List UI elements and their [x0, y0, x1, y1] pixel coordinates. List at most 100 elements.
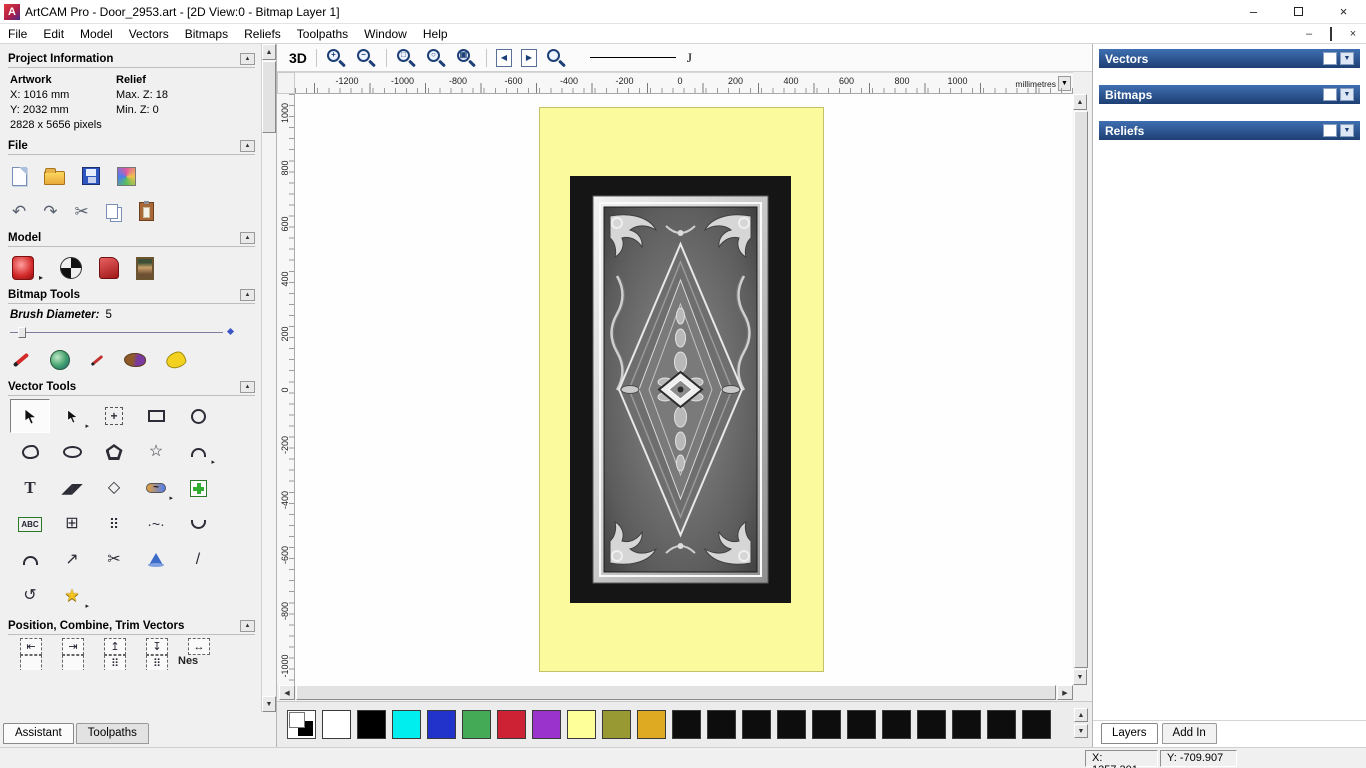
menu-file[interactable]: File [0, 25, 35, 43]
node-editing-tool[interactable]: ▸ [52, 399, 92, 433]
canvas-scroll-left[interactable]: ◀ [279, 685, 295, 700]
trim-vectors-tool[interactable]: ✂ [94, 543, 134, 577]
model-artwork[interactable] [539, 107, 824, 672]
bitmaps-section-header[interactable]: Bitmaps ▼ [1099, 85, 1360, 104]
zoom-previous-icon[interactable] [546, 48, 567, 68]
switch-3d-view-button[interactable]: 3D [289, 50, 307, 66]
select-vectors-tool[interactable] [10, 399, 50, 433]
palette-swatch[interactable] [497, 710, 526, 739]
palette-swatch[interactable] [427, 710, 456, 739]
collapse-vector-button[interactable]: ▲ [240, 381, 255, 393]
maximize-button[interactable] [1276, 0, 1321, 23]
collapse-bitmap-button[interactable]: ▲ [240, 289, 255, 301]
palette-swatch[interactable] [532, 710, 561, 739]
menu-window[interactable]: Window [356, 25, 415, 43]
tab-assistant[interactable]: Assistant [3, 723, 74, 744]
create-arc-tool[interactable]: ▸ [178, 435, 218, 469]
scroll-down-button[interactable]: ▼ [262, 696, 276, 712]
palette-swatch[interactable] [462, 710, 491, 739]
vector-doctor-tool[interactable]: ↺ [10, 579, 50, 613]
nudge-copies-tool[interactable]: ⠿ [94, 507, 134, 541]
distribute-tool-1[interactable] [20, 655, 42, 670]
canvas-scroll-up[interactable]: ▲ [1073, 94, 1087, 110]
new-model-icon[interactable] [12, 166, 27, 186]
palette-swatch[interactable] [567, 710, 596, 739]
fit-arcs-tool[interactable] [178, 507, 218, 541]
zoom-in-icon[interactable]: + [326, 48, 347, 68]
previous-view-icon[interactable]: ◀ [495, 48, 512, 67]
transform-vectors-tool[interactable]: + [94, 399, 134, 433]
create-text-tool[interactable]: T [10, 471, 50, 505]
scroll-up-button[interactable]: ▲ [262, 44, 276, 60]
slider-thumb[interactable] [18, 327, 26, 338]
cut-icon[interactable]: ✂ [75, 203, 89, 220]
paste-along-curve-tool[interactable]: ~ ▸ [136, 471, 176, 505]
slice-tool[interactable]: / [178, 543, 218, 577]
wrap-star-tool[interactable]: ★ ▸ [52, 579, 92, 613]
align-bottom-tool[interactable]: ↧ [146, 638, 168, 655]
palette-swatch[interactable] [882, 710, 911, 739]
copy-icon[interactable] [105, 203, 118, 219]
mdi-restore-button[interactable] [1324, 26, 1338, 41]
bitmaps-panel-icon[interactable] [1323, 88, 1337, 101]
create-diamond-tool[interactable]: ◇ [94, 471, 134, 505]
palette-swatch[interactable] [392, 710, 421, 739]
reliefs-panel-icon[interactable] [1323, 124, 1337, 137]
palette-swatch[interactable] [672, 710, 701, 739]
nest-tool[interactable]: Nes [178, 655, 220, 670]
distribute-tool-2[interactable] [62, 655, 84, 670]
collapse-model-button[interactable]: ▲ [240, 232, 255, 244]
polyline-arrow-tool[interactable]: ↗ [52, 543, 92, 577]
palette-swatch[interactable] [602, 710, 631, 739]
palette-swatch[interactable] [357, 710, 386, 739]
paint-brush-icon[interactable] [12, 352, 30, 368]
palette-swatch[interactable] [637, 710, 666, 739]
align-left-tool[interactable]: ⇤ [20, 638, 42, 655]
undo-icon[interactable]: ↶ [12, 203, 26, 220]
canvas-scroll-down[interactable]: ▼ [1073, 669, 1087, 685]
reliefs-dropdown-icon[interactable]: ▼ [1340, 124, 1354, 137]
shaded-sphere-icon[interactable] [60, 257, 83, 279]
stamp-relief-icon[interactable] [99, 257, 120, 279]
paste-in-view-tool[interactable]: ⊞ [52, 507, 92, 541]
vectors-panel-icon[interactable] [1323, 52, 1337, 65]
canvas-scroll-right[interactable]: ▶ [1057, 685, 1073, 700]
palette-swatch[interactable] [987, 710, 1016, 739]
flood-fill-icon[interactable] [164, 350, 188, 370]
join-vectors-tool[interactable] [10, 543, 50, 577]
mdi-close-button[interactable]: × [1346, 28, 1360, 40]
canvas-hscroll-thumb[interactable] [296, 685, 1056, 700]
zoom-box-icon[interactable]: □ [396, 48, 417, 68]
canvas-vertical-scrollbar[interactable]: ▲ ▼ [1073, 94, 1089, 685]
canvas-vscroll-thumb[interactable] [1074, 111, 1088, 668]
palette-scroll-up[interactable]: ▲ [1074, 708, 1088, 722]
palette-swatch[interactable] [322, 710, 351, 739]
import-model-icon[interactable] [117, 166, 136, 186]
scatter-tool[interactable]: ⠿ [104, 655, 126, 670]
collapse-file-button[interactable]: ▲ [240, 140, 255, 152]
tab-addin[interactable]: Add In [1161, 723, 1217, 744]
palette-swatch[interactable] [847, 710, 876, 739]
create-polygon-tool[interactable] [94, 435, 134, 469]
measure-tool[interactable]: ◢◤ [52, 471, 92, 505]
palette-swatch[interactable] [707, 710, 736, 739]
menu-bitmaps[interactable]: Bitmaps [177, 25, 236, 43]
spline-tool[interactable]: ·~· [136, 507, 176, 541]
create-star-tool[interactable]: ☆ [136, 435, 176, 469]
menu-vectors[interactable]: Vectors [121, 25, 177, 43]
menu-model[interactable]: Model [72, 25, 121, 43]
text-block-tool[interactable]: ABC [10, 507, 50, 541]
mdi-minimize-button[interactable]: – [1302, 28, 1316, 40]
collapse-project-button[interactable]: ▲ [240, 53, 255, 65]
palette-swatch[interactable] [1022, 710, 1051, 739]
tab-layers[interactable]: Layers [1101, 723, 1158, 744]
menu-help[interactable]: Help [415, 25, 456, 43]
palette-swatch[interactable] [952, 710, 981, 739]
menu-toolpaths[interactable]: Toolpaths [289, 25, 356, 43]
palette-swatch[interactable] [812, 710, 841, 739]
scroll-thumb[interactable] [262, 61, 276, 133]
zoom-fit-icon[interactable]: ▣ [456, 48, 477, 68]
canvas-horizontal-scrollbar[interactable]: ◀ ▶ [279, 685, 1073, 701]
block-copy-tool[interactable] [178, 471, 218, 505]
primary-secondary-colour[interactable] [287, 710, 316, 739]
